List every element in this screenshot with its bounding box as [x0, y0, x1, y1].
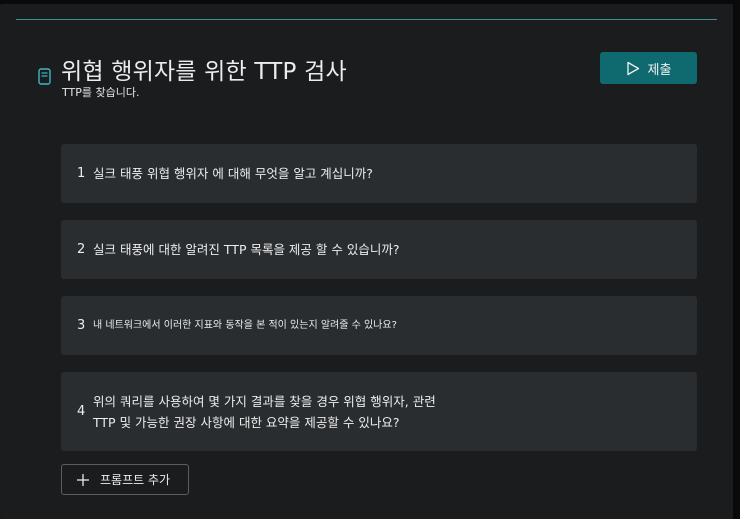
play-icon	[626, 61, 640, 76]
prompt-text: 위의 쿼리를 사용하여 몇 가지 결과를 찾을 경우 위협 행위자, 관련 TT…	[93, 391, 436, 433]
add-prompt-label: 프롬프트 추가	[100, 473, 171, 487]
page-title: 위협 행위자를 위한 TTP 검사	[61, 59, 347, 85]
add-prompt-button[interactable]: 프롬프트 추가	[61, 464, 189, 495]
prompt-number: 1	[77, 166, 86, 181]
prompt-text: 실크 태풍에 대한 알려진 TTP 목록을 제공 할 수 있습니까?	[93, 242, 400, 257]
submit-button[interactable]: 제출	[600, 52, 697, 84]
plus-icon	[76, 473, 90, 487]
page-subtitle: TTP를 찾습니다.	[62, 86, 140, 99]
header-divider	[16, 19, 717, 20]
prompt-text: 내 네트워크에서 이러한 지표와 동작을 본 적이 있는지 알려줄 수 있나요?	[93, 320, 397, 331]
prompt-number: 4	[77, 404, 86, 419]
prompt-card-2[interactable]: 2 실크 태풍에 대한 알려진 TTP 목록을 제공 할 수 있습니까?	[61, 220, 697, 279]
prompt-card-3[interactable]: 3 내 네트워크에서 이러한 지표와 동작을 본 적이 있는지 알려줄 수 있나…	[61, 296, 697, 355]
prompt-text-line: 위의 쿼리를 사용하여 몇 가지 결과를 찾을 경우 위협 행위자, 관련	[93, 393, 436, 409]
prompt-text: 실크 태풍 위협 행위자 에 대해 무엇을 알고 계십니까?	[93, 166, 373, 181]
prompt-number: 3	[77, 318, 86, 333]
prompt-text-line: TTP 및 가능한 권장 사항에 대한 요약을 제공할 수 있나요?	[93, 414, 400, 430]
prompt-card-1[interactable]: 1 실크 태풍 위협 행위자 에 대해 무엇을 알고 계십니까?	[61, 144, 697, 203]
document-icon	[38, 68, 51, 85]
prompt-number: 2	[77, 242, 86, 257]
submit-label: 제출	[647, 62, 672, 78]
app-frame: 위협 행위자를 위한 TTP 검사 TTP를 찾습니다. 제출 1 실크 태풍 …	[0, 0, 740, 519]
prompt-card-4[interactable]: 4 위의 쿼리를 사용하여 몇 가지 결과를 찾을 경우 위협 행위자, 관련 …	[61, 372, 697, 451]
